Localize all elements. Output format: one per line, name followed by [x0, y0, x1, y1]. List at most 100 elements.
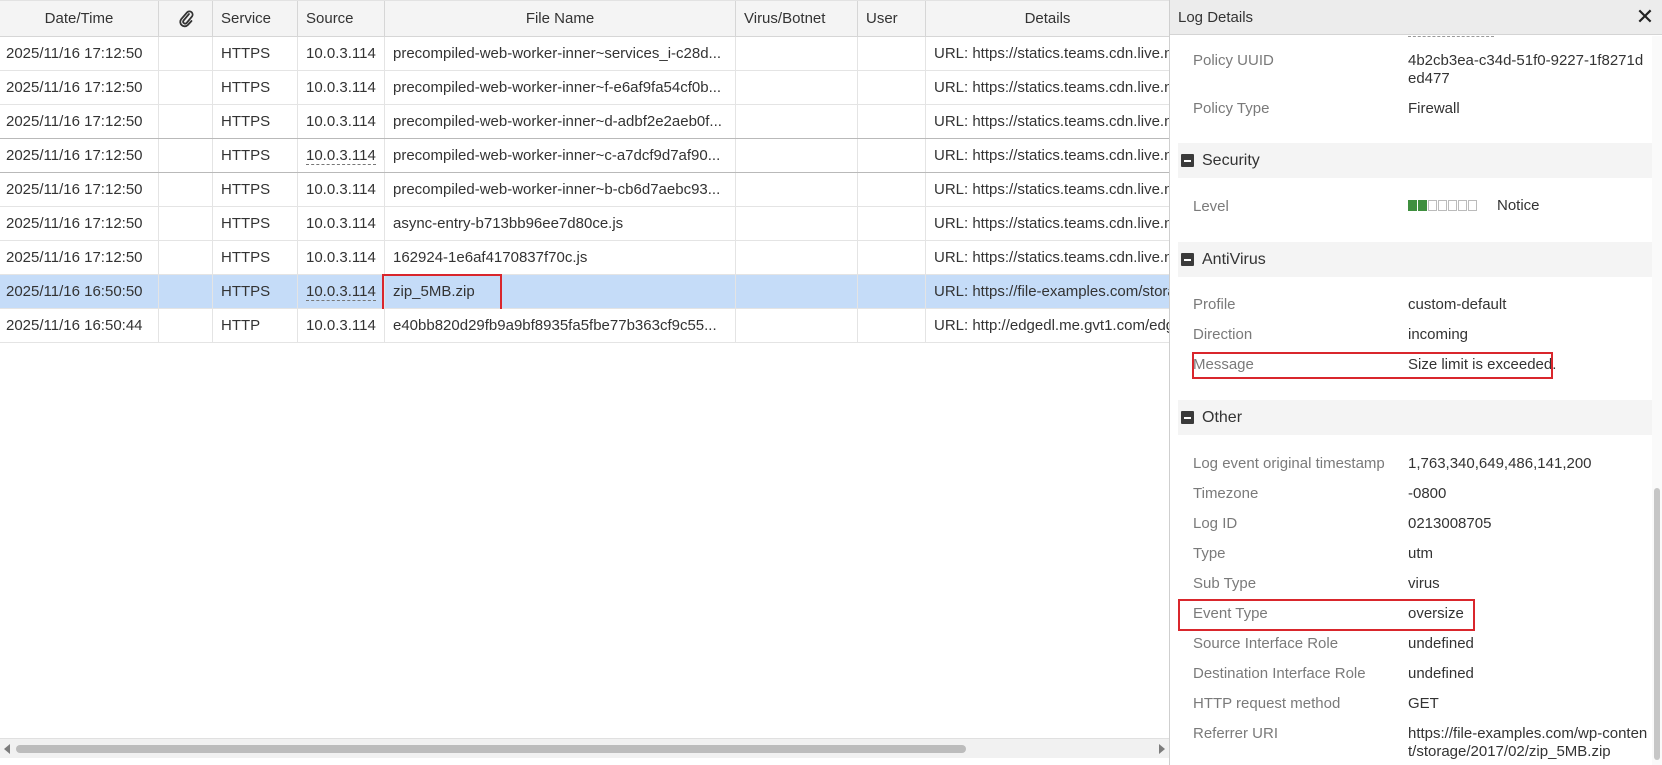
section-title-other: Other — [1202, 409, 1243, 426]
event-type-highlight-box — [1178, 599, 1475, 631]
log-details-header: Log Details ✕ — [1170, 0, 1662, 35]
table-row[interactable]: 2025/11/16 16:50:44 HTTP 10.0.3.114 e40b… — [0, 309, 1169, 343]
table-row[interactable]: 2025/11/16 17:12:50 HTTPS 10.0.3.114 pre… — [0, 139, 1169, 173]
horizontal-scroll-thumb[interactable] — [16, 745, 966, 753]
cell-datetime: 2025/11/16 16:50:44 — [0, 309, 159, 342]
cell-service: HTTPS — [213, 173, 298, 206]
cell-source: 10.0.3.114 — [298, 207, 385, 240]
cell-user — [858, 207, 926, 240]
section-header-security[interactable]: Security — [1178, 143, 1656, 178]
cell-attachment — [159, 241, 213, 274]
field-value-source-interface-role: undefined — [1408, 635, 1474, 652]
cell-service: HTTPS — [213, 275, 298, 308]
column-header-virus-botnet[interactable]: Virus/Botnet — [736, 1, 858, 37]
section-title-antivirus: AntiVirus — [1202, 251, 1266, 268]
field-label-sub-type: Sub Type — [1193, 575, 1257, 592]
cell-datetime: 2025/11/16 17:12:50 — [0, 207, 159, 240]
cell-virus-botnet — [736, 309, 858, 342]
cell-attachment — [159, 105, 213, 138]
field-label-direction: Direction — [1193, 326, 1253, 343]
cell-user — [858, 105, 926, 138]
field-label-destination-interface-role: Destination Interface Role — [1193, 665, 1366, 682]
field-value-sub-type: virus — [1408, 575, 1440, 592]
cell-details: URL: https://statics.teams.cdn.live.net — [934, 215, 1169, 232]
section-header-antivirus[interactable]: AntiVirus — [1178, 242, 1656, 277]
source-address[interactable]: 10.0.3.114 — [306, 148, 376, 165]
cell-source: 10.0.3.114 — [298, 71, 385, 104]
table-row[interactable]: 2025/11/16 17:12:50 HTTPS 10.0.3.114 asy… — [0, 207, 1169, 241]
cell-service: HTTP — [213, 309, 298, 342]
cell-virus-botnet — [736, 173, 858, 206]
cell-virus-botnet — [736, 71, 858, 104]
cell-virus-botnet — [736, 37, 858, 70]
security-level-meter — [1408, 200, 1478, 212]
close-icon[interactable]: ✕ — [1635, 6, 1655, 28]
collapse-icon[interactable] — [1181, 253, 1194, 266]
collapse-icon[interactable] — [1181, 411, 1194, 424]
log-details-panel: Log Details ✕ Policy UUID 4b2cb3ea-c34d-… — [1169, 0, 1662, 765]
column-header-details[interactable]: Details — [926, 1, 1169, 37]
cell-service: HTTPS — [213, 37, 298, 70]
table-row[interactable]: 2025/11/16 17:12:50 HTTPS 10.0.3.114 pre… — [0, 71, 1169, 105]
table-row[interactable]: 2025/11/16 17:12:50 HTTPS 10.0.3.114 pre… — [0, 37, 1169, 71]
cell-datetime: 2025/11/16 16:50:50 — [0, 275, 159, 308]
source-address[interactable]: 10.0.3.114 — [306, 284, 376, 301]
cell-service: HTTPS — [213, 71, 298, 104]
cell-details: URL: https://statics.teams.cdn.live.net — [934, 45, 1169, 62]
field-value-log-id: 0213008705 — [1408, 515, 1492, 532]
cell-file-name: precompiled-web-worker-inner~b-cb6d7aebc… — [385, 173, 736, 206]
cell-service: HTTPS — [213, 241, 298, 274]
cell-user — [858, 71, 926, 104]
message-highlight-box — [1192, 352, 1553, 379]
cell-user — [858, 309, 926, 342]
truncated-field-remnant — [1408, 36, 1494, 38]
cell-details: URL: https://statics.teams.cdn.live.net — [934, 113, 1169, 130]
collapse-icon[interactable] — [1181, 154, 1194, 167]
column-header-file-name[interactable]: File Name — [385, 1, 736, 37]
table-row[interactable]: 2025/11/16 17:12:50 HTTPS 10.0.3.114 pre… — [0, 173, 1169, 207]
cell-attachment — [159, 37, 213, 70]
column-header-attachment[interactable] — [159, 1, 213, 37]
cell-source: 10.0.3.114 — [298, 309, 385, 342]
field-value-http-request-method: GET — [1408, 695, 1439, 712]
cell-attachment — [159, 275, 213, 308]
cell-datetime: 2025/11/16 17:12:50 — [0, 105, 159, 138]
vertical-scrollbar[interactable] — [1652, 36, 1662, 765]
cell-details: URL: https://statics.teams.cdn.live.net — [934, 79, 1169, 96]
cell-datetime: 2025/11/16 17:12:50 — [0, 71, 159, 104]
level-square — [1458, 200, 1467, 211]
table-row[interactable]: 2025/11/16 17:12:50 HTTPS 10.0.3.114 162… — [0, 241, 1169, 275]
cell-user — [858, 139, 926, 172]
vertical-scroll-thumb[interactable] — [1654, 488, 1660, 760]
cell-source: 10.0.3.114 — [298, 139, 385, 172]
cell-attachment — [159, 173, 213, 206]
cell-source: 10.0.3.114 — [298, 275, 385, 308]
cell-user — [858, 37, 926, 70]
cell-attachment — [159, 309, 213, 342]
field-value-timezone: -0800 — [1408, 485, 1447, 502]
cell-details: URL: http://edgedl.me.gvt1.com/edge — [934, 317, 1169, 334]
column-header-user[interactable]: User — [858, 1, 926, 37]
field-value-profile: custom-default — [1408, 296, 1507, 313]
cell-file-name: precompiled-web-worker-inner~f-e6af9fa54… — [385, 71, 736, 104]
section-header-other[interactable]: Other — [1178, 400, 1656, 435]
cell-file-name: precompiled-web-worker-inner~d-adbf2e2ae… — [385, 105, 736, 138]
table-row-selected[interactable]: 2025/11/16 16:50:50 HTTPS 10.0.3.114 zip… — [0, 275, 1169, 309]
field-value-direction: incoming — [1408, 326, 1469, 343]
cell-attachment — [159, 139, 213, 172]
scroll-left-arrow-icon[interactable] — [4, 744, 10, 754]
cell-service: HTTPS — [213, 207, 298, 240]
column-header-source[interactable]: Source — [298, 1, 385, 37]
table-row[interactable]: 2025/11/16 17:12:50 HTTPS 10.0.3.114 pre… — [0, 105, 1169, 139]
cell-datetime: 2025/11/16 17:12:50 — [0, 173, 159, 206]
horizontal-scrollbar[interactable] — [0, 738, 1169, 758]
cell-source: 10.0.3.114 — [298, 241, 385, 274]
field-label-level: Level — [1193, 198, 1229, 215]
column-header-datetime[interactable]: Date/Time — [0, 1, 159, 37]
cell-source: 10.0.3.114 — [298, 37, 385, 70]
field-label-source-interface-role: Source Interface Role — [1193, 635, 1339, 652]
scroll-right-arrow-icon[interactable] — [1159, 744, 1165, 754]
column-header-service[interactable]: Service — [213, 1, 298, 37]
field-value-original-timestamp: 1,763,340,649,486,141,200 — [1408, 455, 1592, 472]
cell-service: HTTPS — [213, 105, 298, 138]
